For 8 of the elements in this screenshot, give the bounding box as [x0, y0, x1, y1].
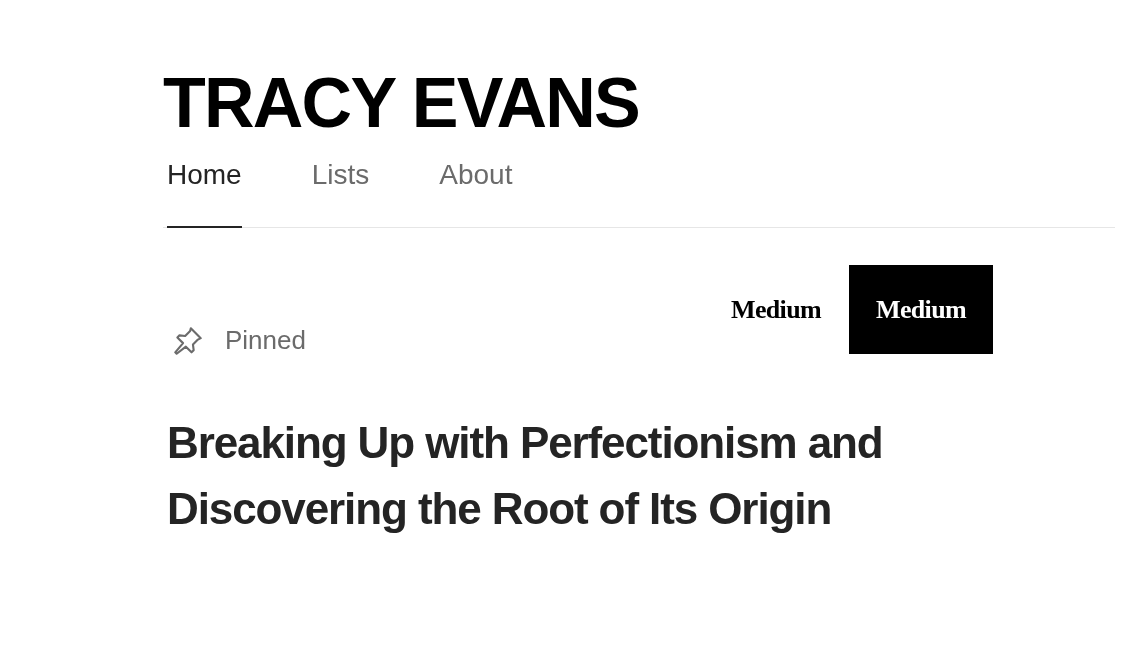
medium-logo: Medium — [849, 265, 993, 354]
profile-name: TRACY EVANS — [163, 63, 639, 144]
article-title[interactable]: Breaking Up with Perfectionism and Discovering the Root of Its Origin — [163, 410, 1013, 542]
medium-logo: Medium — [731, 294, 821, 326]
nav-tab[interactable]: Lists — [311, 154, 370, 228]
nav-tab[interactable]: About — [439, 154, 513, 228]
nav-tab[interactable]: Home — [167, 154, 242, 228]
pinned-label: Pinned — [225, 324, 306, 357]
